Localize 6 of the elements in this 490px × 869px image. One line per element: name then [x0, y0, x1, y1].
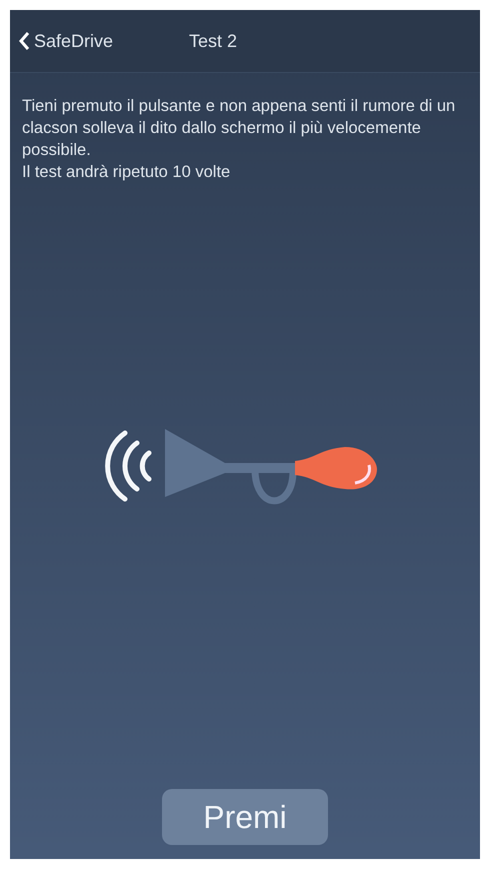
instruction-text: Il test andrà ripetuto 10 volte: [22, 162, 232, 183]
screen-title: Test 2: [189, 30, 238, 52]
instruction-text: Tieni premuto il pulsante e non appena senti il rumore di un clacson solleva il dito dallo schermo il più velocemente possibile.: [22, 96, 456, 161]
press-button[interactable]: Premi: [162, 789, 328, 845]
back-chevron-icon: [18, 31, 30, 51]
back-link[interactable]: SafeDrive: [18, 30, 114, 52]
